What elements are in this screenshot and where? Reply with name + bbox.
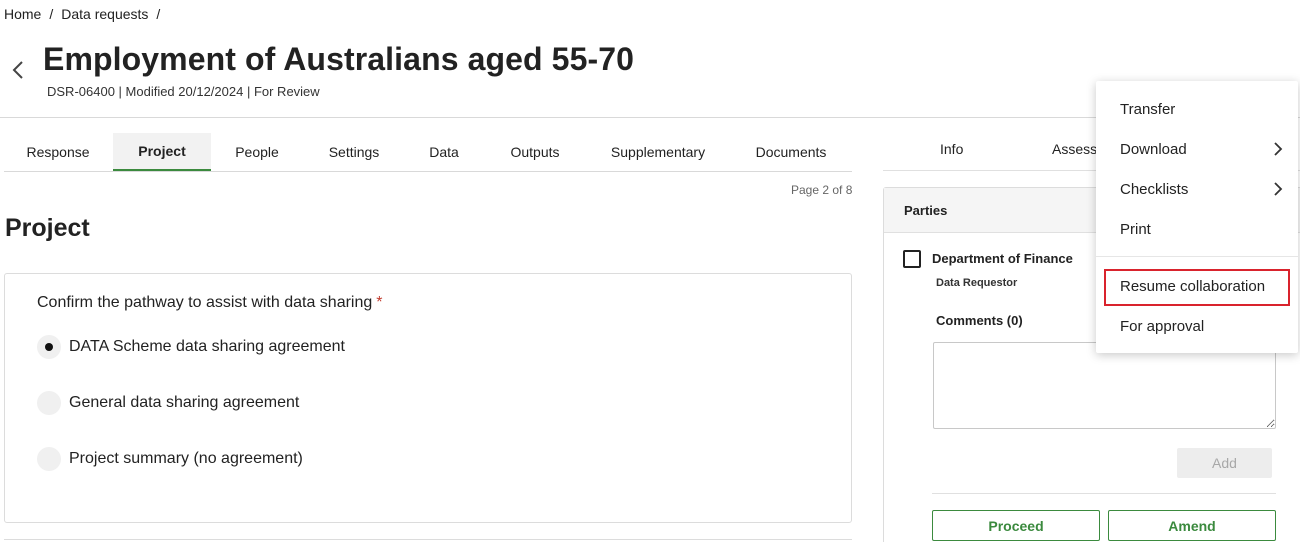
- amend-button[interactable]: Amend: [1108, 510, 1276, 541]
- tab-info[interactable]: Info: [940, 141, 963, 157]
- party-name: Department of Finance: [932, 251, 1073, 266]
- question-label: Confirm the pathway to assist with data …: [37, 294, 383, 312]
- radio-option-label: General data sharing agreement: [69, 394, 300, 411]
- chevron-right-icon: [1274, 182, 1283, 196]
- tab-supplementary[interactable]: Supplementary: [602, 133, 714, 171]
- radio-button-selected[interactable]: [37, 335, 61, 359]
- actions-menu: Transfer Download Checklists Print Resum…: [1096, 81, 1298, 353]
- breadcrumb: Home / Data requests /: [4, 6, 168, 22]
- tab-settings[interactable]: Settings: [310, 133, 398, 171]
- radio-option-data-scheme[interactable]: DATA Scheme data sharing agreement: [37, 334, 345, 360]
- menu-item-label: Print: [1120, 220, 1151, 238]
- tab-response[interactable]: Response: [4, 133, 112, 171]
- radio-option-label: Project summary (no agreement): [69, 450, 303, 467]
- radio-option-general[interactable]: General data sharing agreement: [37, 390, 299, 416]
- menu-item-download[interactable]: Download: [1096, 132, 1298, 166]
- main-tabs: Response Project People Settings Data Ou…: [4, 133, 852, 172]
- comments-label: Comments (0): [936, 313, 1023, 328]
- tab-documents[interactable]: Documents: [746, 133, 836, 171]
- menu-item-print[interactable]: Print: [1096, 212, 1298, 246]
- menu-item-label: Download: [1120, 140, 1187, 158]
- menu-item-label: Checklists: [1120, 180, 1189, 198]
- tab-people[interactable]: People: [217, 133, 297, 171]
- request-meta: DSR-06400 | Modified 20/12/2024 | For Re…: [47, 84, 320, 99]
- parties-title: Parties: [904, 203, 948, 218]
- menu-item-label: Resume collaboration: [1120, 277, 1266, 295]
- menu-item-checklists[interactable]: Checklists: [1096, 172, 1298, 206]
- breadcrumb-data-requests[interactable]: Data requests: [61, 6, 148, 22]
- required-marker: *: [376, 294, 383, 311]
- menu-divider: [1096, 256, 1298, 257]
- page-title: Employment of Australians aged 55-70: [43, 41, 635, 77]
- radio-button[interactable]: [37, 391, 61, 415]
- radio-button[interactable]: [37, 447, 61, 471]
- add-comment-button[interactable]: Add: [1177, 448, 1272, 478]
- proceed-button[interactable]: Proceed: [932, 510, 1100, 541]
- radio-option-label: DATA Scheme data sharing agreement: [69, 338, 345, 355]
- section-title: Project: [5, 214, 90, 242]
- party-checkbox[interactable]: [903, 250, 921, 268]
- tab-outputs[interactable]: Outputs: [494, 133, 576, 171]
- comment-input[interactable]: [933, 342, 1276, 429]
- menu-item-label: Transfer: [1120, 100, 1176, 118]
- page-indicator: Page 2 of 8: [791, 183, 853, 197]
- question-card: Confirm the pathway to assist with data …: [4, 273, 852, 523]
- question-text: Confirm the pathway to assist with data …: [37, 294, 373, 311]
- panel-divider: [932, 493, 1276, 494]
- menu-item-label: For approval: [1120, 317, 1205, 335]
- menu-item-for-approval[interactable]: For approval: [1096, 309, 1298, 343]
- breadcrumb-separator: /: [49, 6, 54, 22]
- back-button[interactable]: [8, 58, 28, 82]
- breadcrumb-home[interactable]: Home: [4, 6, 41, 22]
- tab-project[interactable]: Project: [113, 133, 211, 171]
- tab-data[interactable]: Data: [414, 133, 474, 171]
- menu-item-transfer[interactable]: Transfer: [1096, 92, 1298, 126]
- chevron-right-icon: [1274, 142, 1283, 156]
- breadcrumb-separator: /: [156, 6, 161, 22]
- radio-option-project-summary[interactable]: Project summary (no agreement): [37, 446, 303, 472]
- party-role: Data Requestor: [936, 277, 1018, 289]
- chevron-left-icon: [12, 61, 23, 79]
- menu-item-resume-collaboration[interactable]: Resume collaboration: [1096, 269, 1298, 303]
